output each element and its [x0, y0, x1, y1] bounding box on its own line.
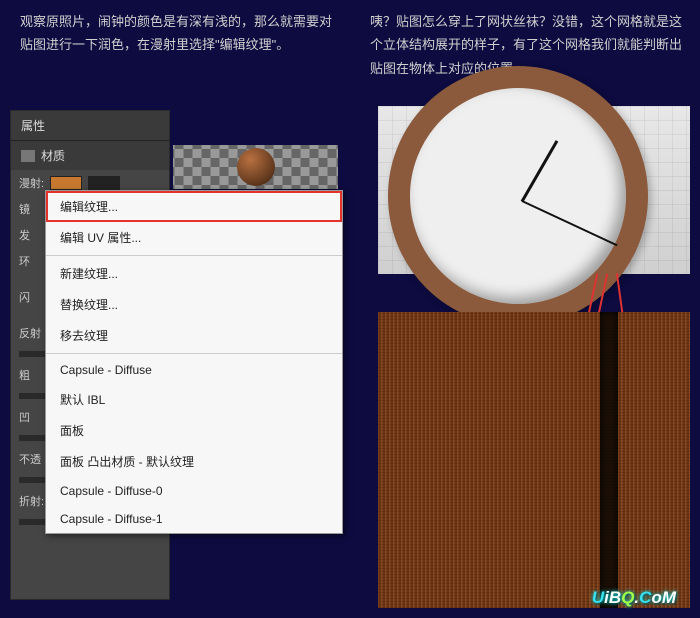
- diffuse-tex-icon[interactable]: [88, 176, 120, 190]
- material-icon: [21, 150, 35, 162]
- wm-char: B: [609, 588, 621, 607]
- label-diffuse: 漫射:: [19, 175, 44, 191]
- label-opac: 不透: [19, 451, 41, 467]
- wood-texture-preview: [378, 312, 690, 608]
- menu-item-default-ibl[interactable]: 默认 IBL: [46, 384, 342, 415]
- menu-item-panel[interactable]: 面板: [46, 415, 342, 446]
- clock-render-preview: [378, 106, 690, 274]
- preview-sphere: [237, 148, 275, 186]
- watermark: UiBQ.CoM: [592, 588, 676, 608]
- menu-item-panel-extrude[interactable]: 面板 凸出材质 - 默认纹理: [46, 446, 342, 477]
- menu-separator: [46, 255, 342, 256]
- panel-subtitle: 材质: [41, 147, 65, 164]
- wm-char: o: [651, 588, 661, 607]
- menu-item-capsule-diffuse[interactable]: Capsule - Diffuse: [46, 356, 342, 384]
- menu-item-replace-texture[interactable]: 替换纹理...: [46, 289, 342, 320]
- context-menu: 编辑纹理... 编辑 UV 属性... 新建纹理... 替换纹理... 移去纹理…: [45, 190, 343, 534]
- wood-seam: [600, 312, 618, 608]
- wm-char: U: [592, 588, 604, 607]
- menu-item-remove-texture[interactable]: 移去纹理: [46, 320, 342, 351]
- menu-item-edit-texture[interactable]: 编辑纹理...: [46, 191, 342, 222]
- diffuse-swatch[interactable]: [50, 176, 82, 190]
- menu-item-new-texture[interactable]: 新建纹理...: [46, 258, 342, 289]
- label-reflect: 反射: [19, 325, 41, 341]
- hour-hand: [521, 140, 559, 202]
- minute-hand: [522, 200, 618, 246]
- label-bump: 凹: [19, 409, 30, 425]
- panel-subtitle-row[interactable]: 材质: [11, 141, 169, 170]
- label-flash: 闪: [19, 289, 30, 305]
- material-preview: [173, 145, 338, 189]
- label-refract: 折射:: [19, 493, 44, 509]
- menu-item-capsule-diffuse-0[interactable]: Capsule - Diffuse-0: [46, 477, 342, 505]
- panel-title: 属性: [11, 111, 169, 141]
- wm-char: M: [662, 588, 676, 607]
- left-caption: 观察原照片，闹钟的颜色是有深有浅的，那么就需要对贴图进行一下润色，在漫射里选择"…: [20, 10, 340, 57]
- menu-item-capsule-diffuse-1[interactable]: Capsule - Diffuse-1: [46, 505, 342, 533]
- label-env: 环: [19, 253, 30, 269]
- menu-separator: [46, 353, 342, 354]
- label-rough: 粗: [19, 367, 30, 383]
- wm-char: C: [639, 588, 651, 607]
- label-specular: 镜: [19, 201, 30, 217]
- clock-rim: [388, 66, 648, 326]
- menu-item-edit-uv[interactable]: 编辑 UV 属性...: [46, 222, 342, 253]
- label-glow: 发: [19, 227, 30, 243]
- wm-char: Q: [621, 588, 634, 607]
